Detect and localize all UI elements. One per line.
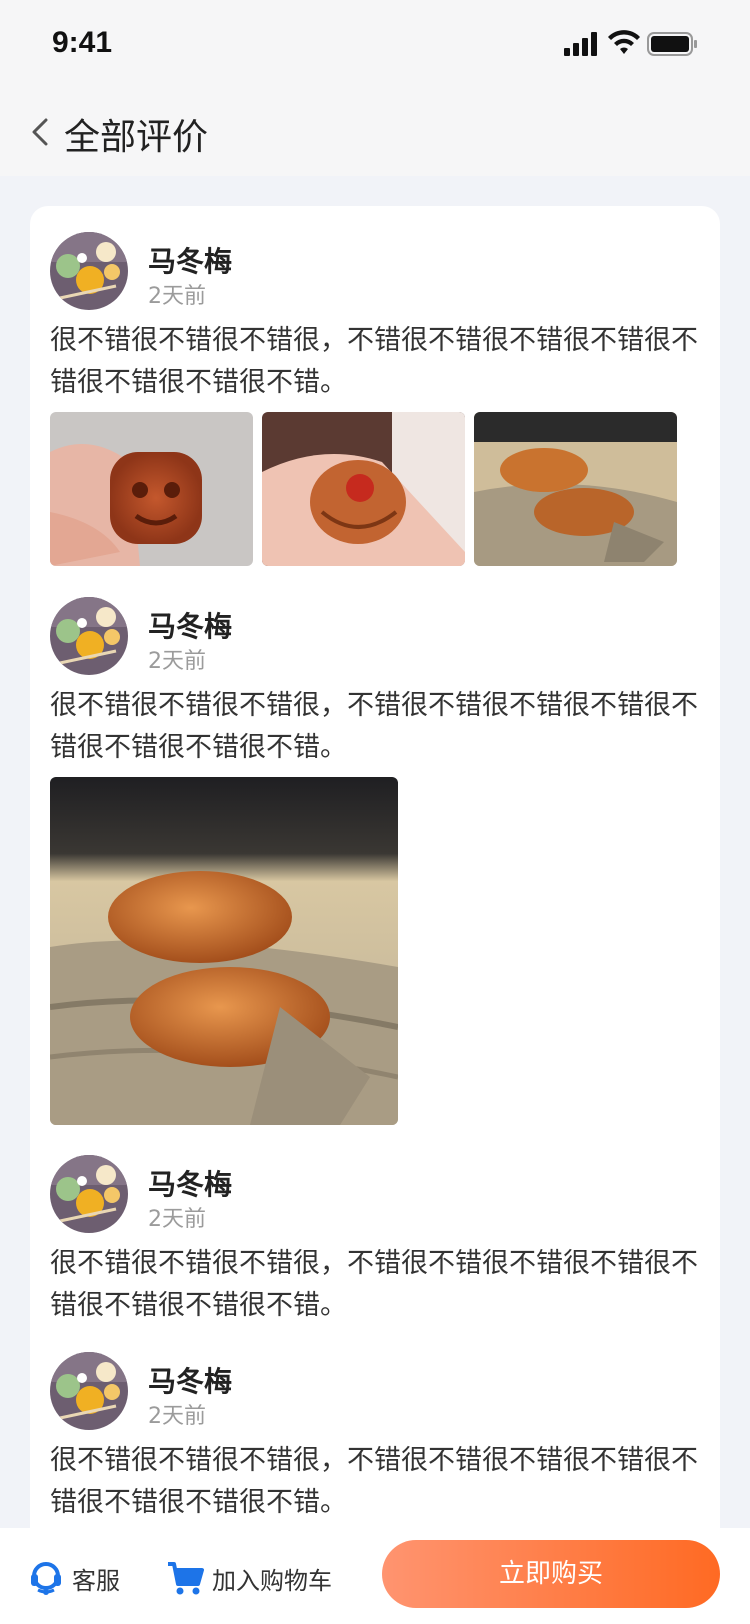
avatar: [50, 1352, 128, 1430]
buy-now-button[interactable]: 立即购买: [382, 1540, 720, 1608]
review-text: 很不错很不错很不错很，不错很不错很不错很不错很不错很不错很不错很不错。: [50, 690, 698, 763]
nav-bar: 全部评价: [0, 88, 750, 176]
avatar: [50, 597, 128, 675]
page-title: 全部评价: [64, 117, 209, 158]
review-text: 很不错很不错很不错很，不错很不错很不错很不错很不错很不错很不错很不错。: [50, 1248, 698, 1321]
avatar: [50, 1155, 128, 1233]
cart-icon: [168, 1562, 204, 1595]
status-bar: 9:41: [0, 0, 750, 88]
add-to-cart-label: 加入购物车: [212, 1566, 332, 1595]
user-name: 马冬梅: [148, 610, 233, 643]
battery-icon: [647, 32, 697, 56]
review-item: 马冬梅 2天前 很不错很不错很不错很，不错很不错很不错很不错很不错很不错很不错很…: [50, 1352, 710, 1532]
user-name: 马冬梅: [148, 1365, 233, 1398]
customer-service-button[interactable]: 客服: [28, 1558, 120, 1598]
review-text: 很不错很不错很不错很，不错很不错很不错很不错很不错很不错很不错很不错。: [50, 325, 698, 398]
review-item: 马冬梅 2天前 很不错很不错很不错很，不错很不错很不错很不错很不错很不错很不错很…: [50, 1155, 710, 1335]
reviews-card: 马冬梅 2天前 很不错很不错很不错很，不错很不错很不错很不错很不错很不错很不错很…: [30, 206, 720, 1546]
status-time: 9:41: [52, 26, 113, 59]
review-time: 2天前: [148, 284, 206, 309]
customer-service-icon: [31, 1562, 61, 1595]
review-time: 2天前: [148, 1207, 206, 1232]
back-chevron-icon[interactable]: [22, 112, 62, 152]
review-photo-large[interactable]: [50, 777, 398, 1125]
review-photo[interactable]: [262, 412, 465, 566]
review-item: 马冬梅 2天前 很不错很不错很不错很，不错很不错很不错很不错很不错很不错很不错很…: [50, 597, 710, 1127]
review-time: 2天前: [148, 1404, 206, 1429]
review-photo[interactable]: [50, 412, 253, 566]
user-name: 马冬梅: [148, 245, 233, 278]
bottom-action-bar: 客服 加入购物车 立即购买: [0, 1528, 750, 1624]
user-name: 马冬梅: [148, 1168, 233, 1201]
customer-service-label: 客服: [72, 1566, 120, 1595]
signal-icon: [564, 32, 597, 56]
review-photo[interactable]: [474, 412, 677, 566]
avatar: [50, 232, 128, 310]
status-icons: [564, 30, 697, 56]
review-item: 马冬梅 2天前 很不错很不错很不错很，不错很不错很不错很不错很不错很不错很不错很…: [50, 232, 710, 572]
add-to-cart-button[interactable]: 加入购物车: [166, 1558, 332, 1598]
wifi-icon: [608, 30, 640, 54]
review-text: 很不错很不错很不错很，不错很不错很不错很不错很不错很不错很不错很不错。: [50, 1445, 698, 1518]
review-time: 2天前: [148, 649, 206, 674]
